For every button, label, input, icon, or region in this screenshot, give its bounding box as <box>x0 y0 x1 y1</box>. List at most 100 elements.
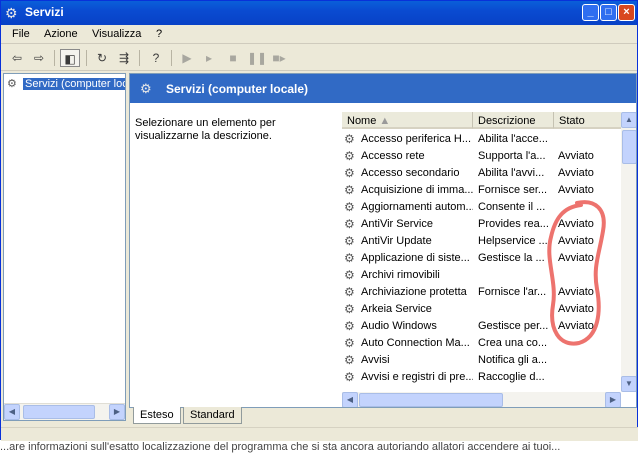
service-description: Notifica gli a... <box>478 354 548 366</box>
tree-item-services-local[interactable]: ⚙Servizi (computer locale) <box>7 77 125 93</box>
service-gear-icon: ⚙ <box>344 149 355 163</box>
service-description: Helpservice ... <box>478 235 548 247</box>
service-name: Arkeia Service <box>361 303 432 315</box>
service-gear-icon: ⚙ <box>344 353 355 367</box>
scroll-right-icon[interactable]: ▶ <box>109 404 125 420</box>
stop-service-icon[interactable]: ■ <box>223 49 243 67</box>
service-state: Avviato <box>558 167 594 179</box>
menu-azione[interactable]: Azione <box>44 28 78 40</box>
services-gear-icon: ⚙ <box>5 5 18 21</box>
service-gear-icon: ⚙ <box>344 336 355 350</box>
column-header-descrizione[interactable]: Descrizione <box>473 112 554 129</box>
tab-standard[interactable]: Standard <box>183 407 242 424</box>
scroll-left-icon[interactable]: ◀ <box>4 404 20 420</box>
service-gear-icon: ⚙ <box>344 166 355 180</box>
service-state: Avviato <box>558 218 594 230</box>
table-row[interactable]: ⚙ Avvisi Notifica gli a... <box>342 352 624 369</box>
table-row[interactable]: ⚙ Accesso periferica H... Abilita l'acce..… <box>342 131 624 148</box>
services-list: Nome ▲ Descrizione Stato ⚙ Accesso perife… <box>342 112 636 407</box>
service-description: Crea una co... <box>478 337 548 349</box>
tree-horizontal-scrollbar[interactable]: ◀ ▶ <box>4 403 125 420</box>
scroll-right-icon[interactable]: ▶ <box>605 392 621 407</box>
service-gear-icon: ⚙ <box>344 251 355 265</box>
menu-visualizza[interactable]: Visualizza <box>92 28 141 40</box>
view-tabs: Esteso Standard <box>129 407 637 425</box>
service-name: Accesso rete <box>361 150 425 162</box>
help-icon[interactable]: ? <box>146 49 166 67</box>
toolbar-separator <box>171 50 172 66</box>
console-tree: ⚙Servizi (computer locale) ◀ ▶ <box>3 73 126 421</box>
table-row[interactable]: ⚙ Avvisi e registri di pre... Raccoglie d.… <box>342 369 624 386</box>
tab-esteso[interactable]: Esteso <box>133 407 181 424</box>
service-description: Raccoglie d... <box>478 371 545 383</box>
title-bar[interactable]: ⚙ Servizi _ □ × <box>1 1 637 25</box>
close-button[interactable]: × <box>618 4 635 21</box>
table-row[interactable]: ⚙ Arkeia Service Avviato <box>342 301 624 318</box>
service-name: Acquisizione di imma... <box>361 184 473 196</box>
show-hide-tree-icon[interactable]: ◧ <box>60 49 80 67</box>
service-name: Auto Connection Ma... <box>361 337 470 349</box>
scroll-up-icon[interactable]: ▲ <box>621 112 636 128</box>
table-row[interactable]: ⚙ Aggiornamenti autom... Consente il ... <box>342 199 624 216</box>
menu-bar: File Azione Visualizza ? <box>1 25 637 44</box>
service-name: Archivi rimovibili <box>361 269 440 281</box>
minimize-button[interactable]: _ <box>582 4 599 21</box>
service-name: Accesso secondario <box>361 167 460 179</box>
service-gear-icon: ⚙ <box>344 234 355 248</box>
details-pane: ⚙ Servizi (computer locale) Selezionare … <box>129 73 637 408</box>
service-gear-icon: ⚙ <box>344 183 355 197</box>
refresh-icon[interactable]: ↻ <box>92 49 112 67</box>
export-list-icon[interactable]: ⇶ <box>114 49 134 67</box>
table-row[interactable]: ⚙ AntiVir Service Provides rea... Avviato <box>342 216 624 233</box>
service-description: Abilita l'avvi... <box>478 167 545 179</box>
table-row[interactable]: ⚙ Audio Windows Gestisce per... Avviato <box>342 318 624 335</box>
maximize-button[interactable]: □ <box>600 4 617 21</box>
background-page-text: ...are informazioni sull'esatto localizz… <box>0 441 561 453</box>
table-row[interactable]: ⚙ Archivi rimovibili <box>342 267 624 284</box>
service-name: Aggiornamenti autom... <box>361 201 473 213</box>
table-row[interactable]: ⚙ Accesso rete Supporta l'a... Avviato <box>342 148 624 165</box>
column-header-stato[interactable]: Stato <box>554 112 624 129</box>
service-gear-icon: ⚙ <box>344 200 355 214</box>
menu-help[interactable]: ? <box>156 28 162 40</box>
service-state: Avviato <box>558 150 594 162</box>
service-description: Gestisce la ... <box>478 252 545 264</box>
restart-service-icon[interactable]: ■▸ <box>269 49 289 67</box>
start-service-icon[interactable]: ▶ <box>177 49 197 67</box>
service-gear-icon: ⚙ <box>344 319 355 333</box>
service-name: AntiVir Service <box>361 218 433 230</box>
list-vertical-scrollbar[interactable]: ▲ ▼ <box>621 112 636 392</box>
scroll-thumb[interactable] <box>622 130 636 164</box>
service-description: Supporta l'a... <box>478 150 546 162</box>
service-state: Avviato <box>558 235 594 247</box>
status-bar <box>1 427 638 441</box>
service-description: Fornisce ser... <box>478 184 548 196</box>
toolbar-separator <box>86 50 87 66</box>
table-row[interactable]: ⚙ Acquisizione di imma... Fornisce ser... A… <box>342 182 624 199</box>
scroll-left-icon[interactable]: ◀ <box>342 392 358 407</box>
window-title: Servizi <box>25 5 64 19</box>
back-arrow-icon[interactable]: ⇦ <box>7 49 27 67</box>
column-header-nome[interactable]: Nome ▲ <box>342 112 473 129</box>
service-gear-icon: ⚙ <box>344 217 355 231</box>
table-row[interactable]: ⚙ Auto Connection Ma... Crea una co... <box>342 335 624 352</box>
forward-arrow-icon[interactable]: ⇨ <box>29 49 49 67</box>
service-name: Archiviazione protetta <box>361 286 467 298</box>
list-horizontal-scrollbar[interactable]: ◀ ▶ <box>342 392 621 407</box>
service-name: Avvisi e registri di pre... <box>361 371 473 383</box>
table-row[interactable]: ⚙ Archiviazione protetta Fornisce l'ar... A… <box>342 284 624 301</box>
menu-file[interactable]: File <box>12 28 30 40</box>
resume-service-icon[interactable]: ▸ <box>199 49 219 67</box>
scroll-thumb[interactable] <box>359 393 503 407</box>
service-name: Avvisi <box>361 354 390 366</box>
scroll-thumb[interactable] <box>23 405 95 419</box>
pause-service-icon[interactable]: ❚❚ <box>247 49 267 67</box>
services-window: ⚙ Servizi _ □ × File Azione Visualizza ?… <box>0 0 638 441</box>
table-row[interactable]: ⚙ AntiVir Update Helpservice ... Avviato <box>342 233 624 250</box>
pane-header: ⚙ Servizi (computer locale) <box>130 74 636 103</box>
scroll-down-icon[interactable]: ▼ <box>621 376 636 392</box>
table-row[interactable]: ⚙ Accesso secondario Abilita l'avvi... Avvi… <box>342 165 624 182</box>
service-name: Applicazione di siste... <box>361 252 470 264</box>
table-row[interactable]: ⚙ Applicazione di siste... Gestisce la ...… <box>342 250 624 267</box>
service-name: Accesso periferica H... <box>361 133 472 145</box>
